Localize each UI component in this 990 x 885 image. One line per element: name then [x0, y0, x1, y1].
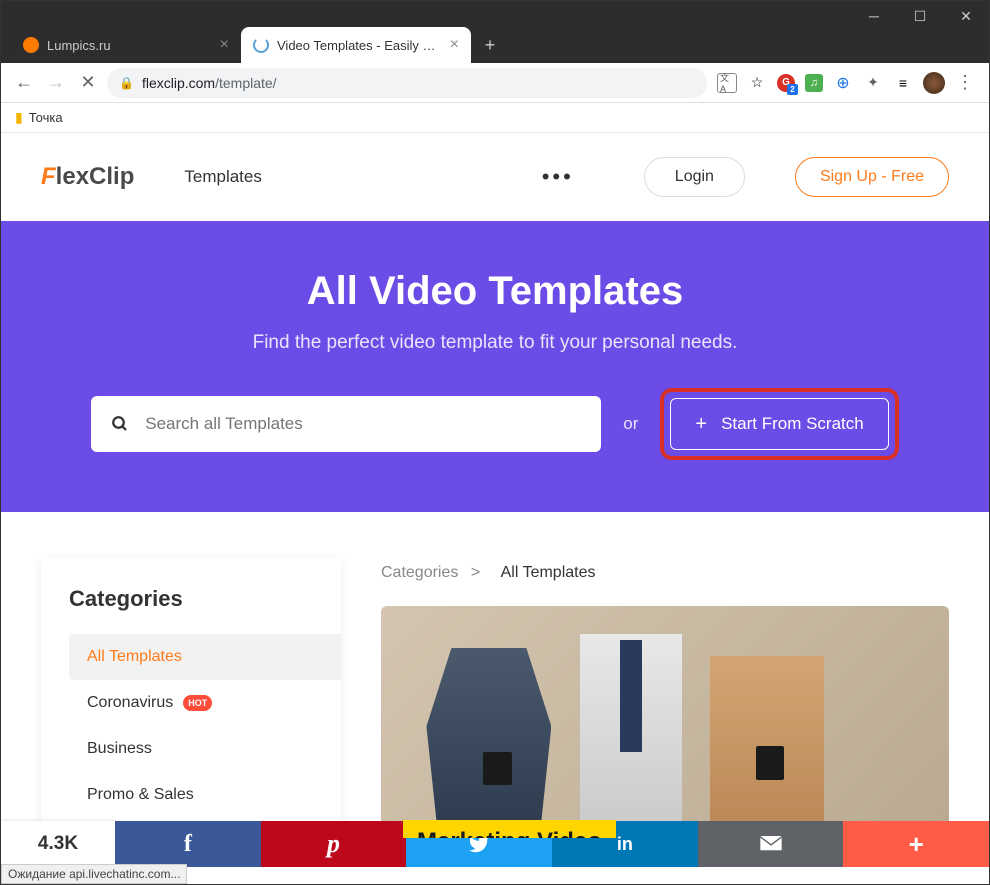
new-tab-button[interactable]: + — [475, 30, 505, 60]
category-all-templates[interactable]: All Templates — [69, 634, 341, 680]
category-label: All Templates — [87, 648, 182, 666]
window-maximize-button[interactable]: ☐ — [897, 1, 943, 31]
signup-button[interactable]: Sign Up - Free — [795, 157, 949, 197]
hero-section: All Video Templates Find the perfect vid… — [1, 221, 989, 512]
category-label: Business — [87, 740, 152, 758]
bookmark-item[interactable]: Точка — [29, 110, 63, 125]
template-label: Marketing Video — [403, 820, 616, 838]
start-from-scratch-button[interactable]: + Start From Scratch — [670, 398, 888, 450]
scratch-label: Start From Scratch — [721, 414, 864, 434]
music-extension-icon[interactable]: ♫ — [805, 74, 823, 92]
breadcrumb-current: All Templates — [501, 564, 596, 581]
browser-tab-0[interactable]: Lumpics.ru × — [11, 27, 241, 63]
browser-address-bar: ← → ✕ 🔒 flexclip.com/template/ 文A ☆ G ♫ … — [1, 63, 989, 103]
site-logo[interactable]: FlexClip — [41, 163, 134, 191]
breadcrumb: Categories > All Templates — [381, 564, 949, 582]
nav-templates[interactable]: Templates — [184, 167, 261, 187]
stop-button[interactable]: ✕ — [75, 70, 101, 96]
plus-icon: + — [695, 413, 707, 436]
share-email-button[interactable] — [698, 821, 844, 867]
categories-sidebar: Categories All Templates Coronavirus HOT… — [41, 558, 341, 838]
browser-titlebar: ─ ☐ ✕ Lumpics.ru × Video Templates - Eas… — [1, 1, 989, 63]
site-header: FlexClip Templates ••• Login Sign Up - F… — [1, 133, 989, 221]
tab-title: Video Templates - Easily Make Yo — [277, 38, 442, 53]
login-button[interactable]: Login — [644, 157, 745, 197]
template-card[interactable]: Marketing Video — [381, 606, 949, 838]
category-promo-sales[interactable]: Promo & Sales — [69, 772, 341, 818]
browser-status-bar: Ожидание api.livechatinc.com... — [1, 864, 187, 884]
highlight-annotation: + Start From Scratch — [660, 388, 898, 460]
share-more-button[interactable]: + — [843, 821, 989, 867]
url-input[interactable]: 🔒 flexclip.com/template/ — [107, 68, 707, 98]
search-input[interactable] — [145, 414, 581, 434]
category-coronavirus[interactable]: Coronavirus HOT — [69, 680, 341, 726]
browser-tab-1[interactable]: Video Templates - Easily Make Yo × — [241, 27, 471, 63]
category-label: Promo & Sales — [87, 786, 194, 804]
category-label: Coronavirus — [87, 694, 173, 712]
search-box[interactable] — [91, 396, 601, 452]
window-minimize-button[interactable]: ─ — [851, 1, 897, 31]
favicon-icon — [23, 37, 39, 53]
back-button[interactable]: ← — [11, 70, 37, 96]
category-business[interactable]: Business — [69, 726, 341, 772]
url-host: flexclip.com — [142, 75, 215, 91]
browser-menu-button[interactable]: ⋮ — [955, 73, 975, 93]
url-path: /template/ — [215, 75, 276, 91]
tab-close-icon[interactable]: × — [450, 36, 459, 54]
extensions-icon[interactable]: ✦ — [863, 73, 883, 93]
reading-list-icon[interactable]: ≡ — [893, 73, 913, 93]
hero-subtitle: Find the perfect video template to fit y… — [41, 332, 949, 354]
hot-badge: HOT — [183, 695, 212, 711]
lock-icon: 🔒 — [119, 76, 134, 90]
hero-title: All Video Templates — [41, 269, 949, 314]
adblock-extension-icon[interactable]: G — [777, 74, 795, 92]
share-pinterest-button[interactable]: p — [261, 821, 407, 867]
loading-spinner-icon — [253, 37, 269, 53]
profile-avatar[interactable] — [923, 72, 945, 94]
forward-button[interactable]: → — [43, 70, 69, 96]
globe-extension-icon[interactable]: ⊕ — [833, 73, 853, 93]
sidebar-title: Categories — [69, 586, 341, 612]
tab-title: Lumpics.ru — [47, 38, 111, 53]
or-label: or — [623, 414, 638, 434]
share-count: 4.3K — [1, 821, 115, 867]
breadcrumb-sep: > — [471, 564, 480, 581]
breadcrumb-root[interactable]: Categories — [381, 564, 458, 581]
bookmarks-bar: ▮ Точка — [1, 103, 989, 133]
logo-f: F — [41, 163, 56, 190]
window-close-button[interactable]: ✕ — [943, 1, 989, 31]
tab-close-icon[interactable]: × — [220, 36, 229, 54]
translate-icon[interactable]: 文A — [717, 73, 737, 93]
search-icon — [111, 415, 129, 433]
logo-text: lexClip — [56, 163, 135, 190]
more-menu-icon[interactable]: ••• — [542, 164, 574, 190]
page-content: FlexClip Templates ••• Login Sign Up - F… — [1, 133, 989, 838]
share-facebook-button[interactable]: f — [115, 821, 261, 867]
star-icon[interactable]: ☆ — [747, 73, 767, 93]
folder-icon: ▮ — [15, 109, 23, 126]
